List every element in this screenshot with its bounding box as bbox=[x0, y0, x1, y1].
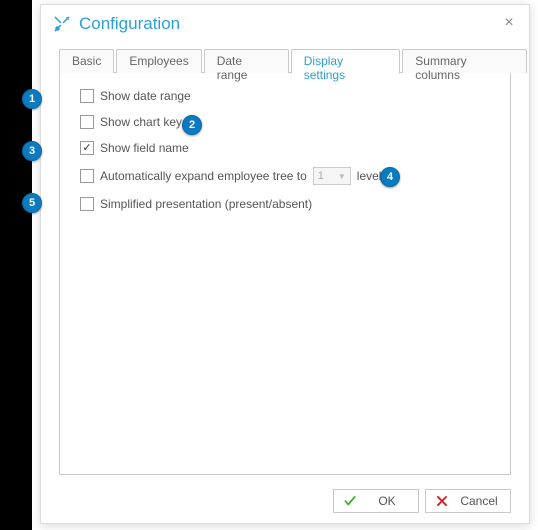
check-icon bbox=[342, 494, 358, 508]
tab-employees[interactable]: Employees bbox=[116, 49, 201, 73]
level-select[interactable]: 1 ▼ bbox=[313, 167, 351, 185]
option-simplified: Simplified presentation (present/absent) bbox=[80, 197, 490, 211]
cancel-button[interactable]: Cancel bbox=[425, 489, 511, 513]
dialog-header: Configuration × bbox=[41, 5, 529, 41]
cancel-icon bbox=[434, 494, 450, 508]
checkbox-show-date-range[interactable] bbox=[80, 89, 94, 103]
option-show-chart-key: Show chart key bbox=[80, 115, 490, 129]
label-show-date-range: Show date range bbox=[100, 89, 191, 103]
label-auto-expand-prefix: Automatically expand employee tree to bbox=[100, 169, 307, 183]
tools-icon bbox=[53, 15, 71, 33]
tab-summary-columns[interactable]: Summary columns bbox=[402, 49, 527, 73]
option-auto-expand: Automatically expand employee tree to 1 … bbox=[80, 167, 490, 185]
tab-content: Show date range Show chart key Show fiel… bbox=[59, 73, 511, 475]
configuration-dialog: Configuration × Basic Employees Date ran… bbox=[40, 4, 530, 524]
option-show-date-range: Show date range bbox=[80, 89, 490, 103]
checkbox-show-field-name[interactable] bbox=[80, 141, 94, 155]
level-value: 1 bbox=[318, 170, 324, 182]
callout-5: 5 bbox=[22, 193, 42, 213]
button-row: OK Cancel bbox=[41, 483, 529, 523]
callout-4: 4 bbox=[380, 167, 400, 187]
checkbox-show-chart-key[interactable] bbox=[80, 115, 94, 129]
tab-date-range[interactable]: Date range bbox=[204, 49, 289, 73]
cancel-label: Cancel bbox=[456, 494, 502, 508]
ok-label: OK bbox=[364, 494, 410, 508]
dialog-title: Configuration bbox=[79, 14, 499, 34]
option-show-field-name: Show field name bbox=[80, 141, 490, 155]
ok-button[interactable]: OK bbox=[333, 489, 419, 513]
callout-2: 2 bbox=[182, 115, 202, 135]
close-icon[interactable]: × bbox=[499, 14, 519, 34]
label-simplified: Simplified presentation (present/absent) bbox=[100, 197, 312, 211]
label-show-field-name: Show field name bbox=[100, 141, 189, 155]
label-auto-expand-suffix: level bbox=[357, 169, 382, 183]
checkbox-simplified[interactable] bbox=[80, 197, 94, 211]
tabs-row: Basic Employees Date range Display setti… bbox=[41, 47, 529, 73]
tab-basic[interactable]: Basic bbox=[59, 49, 114, 73]
left-black-strip bbox=[0, 0, 32, 530]
checkbox-auto-expand[interactable] bbox=[80, 169, 94, 183]
chevron-down-icon: ▼ bbox=[338, 172, 346, 181]
label-show-chart-key: Show chart key bbox=[100, 115, 182, 129]
callout-3: 3 bbox=[22, 141, 42, 161]
tab-display-settings[interactable]: Display settings bbox=[291, 49, 401, 74]
callout-1: 1 bbox=[22, 89, 42, 109]
